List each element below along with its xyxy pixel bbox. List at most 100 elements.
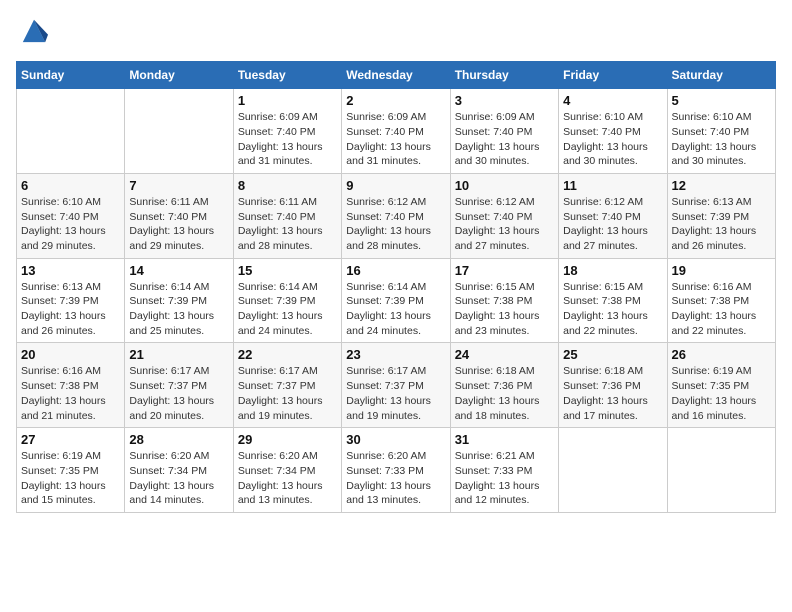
day-info: Sunrise: 6:20 AM Sunset: 7:33 PM Dayligh… — [346, 449, 445, 508]
calendar-week-2: 6 Sunrise: 6:10 AM Sunset: 7:40 PM Daylig… — [17, 173, 776, 258]
day-number: 17 — [455, 263, 554, 278]
day-number: 20 — [21, 347, 120, 362]
day-number: 5 — [672, 93, 771, 108]
day-number: 1 — [238, 93, 337, 108]
page-header — [16, 16, 776, 49]
day-info: Sunrise: 6:17 AM Sunset: 7:37 PM Dayligh… — [346, 364, 445, 423]
calendar-cell — [667, 428, 775, 513]
day-number: 23 — [346, 347, 445, 362]
calendar-cell: 5Sunrise: 6:10 AM Sunset: 7:40 PM Daylig… — [667, 89, 775, 174]
logo-icon — [20, 16, 48, 44]
calendar-cell — [559, 428, 667, 513]
calendar-cell: 21 Sunrise: 6:17 AM Sunset: 7:37 PM Dayli… — [125, 343, 233, 428]
day-info: Sunrise: 6:12 AM Sunset: 7:40 PM Dayligh… — [346, 195, 445, 254]
day-number: 11 — [563, 178, 662, 193]
calendar-cell: 15 Sunrise: 6:14 AM Sunset: 7:39 PM Dayli… — [233, 258, 341, 343]
calendar-header: SundayMondayTuesdayWednesdayThursdayFrid… — [17, 62, 776, 89]
day-number: 9 — [346, 178, 445, 193]
calendar-cell: 26 Sunrise: 6:19 AM Sunset: 7:35 PM Dayli… — [667, 343, 775, 428]
day-info: Sunrise: 6:15 AM Sunset: 7:38 PM Dayligh… — [455, 280, 554, 339]
calendar-cell: 16 Sunrise: 6:14 AM Sunset: 7:39 PM Dayli… — [342, 258, 450, 343]
day-number: 15 — [238, 263, 337, 278]
day-info: Sunrise: 6:19 AM Sunset: 7:35 PM Dayligh… — [21, 449, 120, 508]
calendar-week-4: 20 Sunrise: 6:16 AM Sunset: 7:38 PM Dayli… — [17, 343, 776, 428]
day-number: 19 — [672, 263, 771, 278]
day-number: 28 — [129, 432, 228, 447]
day-info: Sunrise: 6:20 AM Sunset: 7:34 PM Dayligh… — [238, 449, 337, 508]
day-number: 29 — [238, 432, 337, 447]
day-number: 10 — [455, 178, 554, 193]
day-info: Sunrise: 6:17 AM Sunset: 7:37 PM Dayligh… — [238, 364, 337, 423]
calendar-cell: 3 Sunrise: 6:09 AM Sunset: 7:40 PM Daylig… — [450, 89, 558, 174]
calendar-cell: 2 Sunrise: 6:09 AM Sunset: 7:40 PM Daylig… — [342, 89, 450, 174]
day-number: 18 — [563, 263, 662, 278]
calendar-cell: 29 Sunrise: 6:20 AM Sunset: 7:34 PM Dayli… — [233, 428, 341, 513]
calendar-cell: 20 Sunrise: 6:16 AM Sunset: 7:38 PM Dayli… — [17, 343, 125, 428]
day-number: 25 — [563, 347, 662, 362]
day-number: 16 — [346, 263, 445, 278]
calendar-cell: 28 Sunrise: 6:20 AM Sunset: 7:34 PM Dayli… — [125, 428, 233, 513]
calendar-cell: 8Sunrise: 6:11 AM Sunset: 7:40 PM Daylig… — [233, 173, 341, 258]
day-info: Sunrise: 6:18 AM Sunset: 7:36 PM Dayligh… — [563, 364, 662, 423]
day-info: Sunrise: 6:13 AM Sunset: 7:39 PM Dayligh… — [672, 195, 771, 254]
day-info: Sunrise: 6:13 AM Sunset: 7:39 PM Dayligh… — [21, 280, 120, 339]
calendar-table: SundayMondayTuesdayWednesdayThursdayFrid… — [16, 61, 776, 513]
day-number: 26 — [672, 347, 771, 362]
day-info: Sunrise: 6:09 AM Sunset: 7:40 PM Dayligh… — [455, 110, 554, 169]
day-info: Sunrise: 6:12 AM Sunset: 7:40 PM Dayligh… — [563, 195, 662, 254]
day-info: Sunrise: 6:17 AM Sunset: 7:37 PM Dayligh… — [129, 364, 228, 423]
calendar-cell: 24 Sunrise: 6:18 AM Sunset: 7:36 PM Dayli… — [450, 343, 558, 428]
calendar-cell: 13Sunrise: 6:13 AM Sunset: 7:39 PM Dayli… — [17, 258, 125, 343]
day-number: 2 — [346, 93, 445, 108]
header-cell-thursday: Thursday — [450, 62, 558, 89]
day-number: 3 — [455, 93, 554, 108]
day-info: Sunrise: 6:14 AM Sunset: 7:39 PM Dayligh… — [238, 280, 337, 339]
day-info: Sunrise: 6:10 AM Sunset: 7:40 PM Dayligh… — [21, 195, 120, 254]
header-cell-sunday: Sunday — [17, 62, 125, 89]
logo-text — [16, 16, 48, 49]
day-number: 21 — [129, 347, 228, 362]
calendar-cell: 22Sunrise: 6:17 AM Sunset: 7:37 PM Dayli… — [233, 343, 341, 428]
day-number: 31 — [455, 432, 554, 447]
day-number: 7 — [129, 178, 228, 193]
calendar-cell: 30Sunrise: 6:20 AM Sunset: 7:33 PM Dayli… — [342, 428, 450, 513]
calendar-cell: 23 Sunrise: 6:17 AM Sunset: 7:37 PM Dayli… — [342, 343, 450, 428]
calendar-cell — [17, 89, 125, 174]
day-info: Sunrise: 6:09 AM Sunset: 7:40 PM Dayligh… — [346, 110, 445, 169]
calendar-body: 1 Sunrise: 6:09 AM Sunset: 7:40 PM Daylig… — [17, 89, 776, 513]
calendar-cell: 25 Sunrise: 6:18 AM Sunset: 7:36 PM Dayli… — [559, 343, 667, 428]
header-cell-friday: Friday — [559, 62, 667, 89]
calendar-cell — [125, 89, 233, 174]
calendar-cell: 10 Sunrise: 6:12 AM Sunset: 7:40 PM Dayli… — [450, 173, 558, 258]
day-info: Sunrise: 6:18 AM Sunset: 7:36 PM Dayligh… — [455, 364, 554, 423]
day-info: Sunrise: 6:16 AM Sunset: 7:38 PM Dayligh… — [21, 364, 120, 423]
calendar-week-3: 13Sunrise: 6:13 AM Sunset: 7:39 PM Dayli… — [17, 258, 776, 343]
header-cell-tuesday: Tuesday — [233, 62, 341, 89]
header-cell-wednesday: Wednesday — [342, 62, 450, 89]
calendar-cell: 31 Sunrise: 6:21 AM Sunset: 7:33 PM Dayli… — [450, 428, 558, 513]
day-number: 24 — [455, 347, 554, 362]
day-info: Sunrise: 6:11 AM Sunset: 7:40 PM Dayligh… — [129, 195, 228, 254]
day-info: Sunrise: 6:10 AM Sunset: 7:40 PM Dayligh… — [563, 110, 662, 169]
calendar-cell: 9 Sunrise: 6:12 AM Sunset: 7:40 PM Daylig… — [342, 173, 450, 258]
day-number: 12 — [672, 178, 771, 193]
day-info: Sunrise: 6:19 AM Sunset: 7:35 PM Dayligh… — [672, 364, 771, 423]
calendar-cell: 1Sunrise: 6:09 AM Sunset: 7:40 PM Daylig… — [233, 89, 341, 174]
day-info: Sunrise: 6:14 AM Sunset: 7:39 PM Dayligh… — [346, 280, 445, 339]
header-cell-saturday: Saturday — [667, 62, 775, 89]
header-row: SundayMondayTuesdayWednesdayThursdayFrid… — [17, 62, 776, 89]
day-info: Sunrise: 6:15 AM Sunset: 7:38 PM Dayligh… — [563, 280, 662, 339]
calendar-cell: 11 Sunrise: 6:12 AM Sunset: 7:40 PM Dayli… — [559, 173, 667, 258]
logo — [16, 16, 48, 49]
calendar-week-1: 1 Sunrise: 6:09 AM Sunset: 7:40 PM Daylig… — [17, 89, 776, 174]
day-info: Sunrise: 6:20 AM Sunset: 7:34 PM Dayligh… — [129, 449, 228, 508]
day-info: Sunrise: 6:14 AM Sunset: 7:39 PM Dayligh… — [129, 280, 228, 339]
calendar-cell: 4Sunrise: 6:10 AM Sunset: 7:40 PM Daylig… — [559, 89, 667, 174]
header-cell-monday: Monday — [125, 62, 233, 89]
calendar-cell: 14Sunrise: 6:14 AM Sunset: 7:39 PM Dayli… — [125, 258, 233, 343]
day-info: Sunrise: 6:12 AM Sunset: 7:40 PM Dayligh… — [455, 195, 554, 254]
day-info: Sunrise: 6:21 AM Sunset: 7:33 PM Dayligh… — [455, 449, 554, 508]
day-info: Sunrise: 6:11 AM Sunset: 7:40 PM Dayligh… — [238, 195, 337, 254]
day-number: 6 — [21, 178, 120, 193]
calendar-cell: 19Sunrise: 6:16 AM Sunset: 7:38 PM Dayli… — [667, 258, 775, 343]
